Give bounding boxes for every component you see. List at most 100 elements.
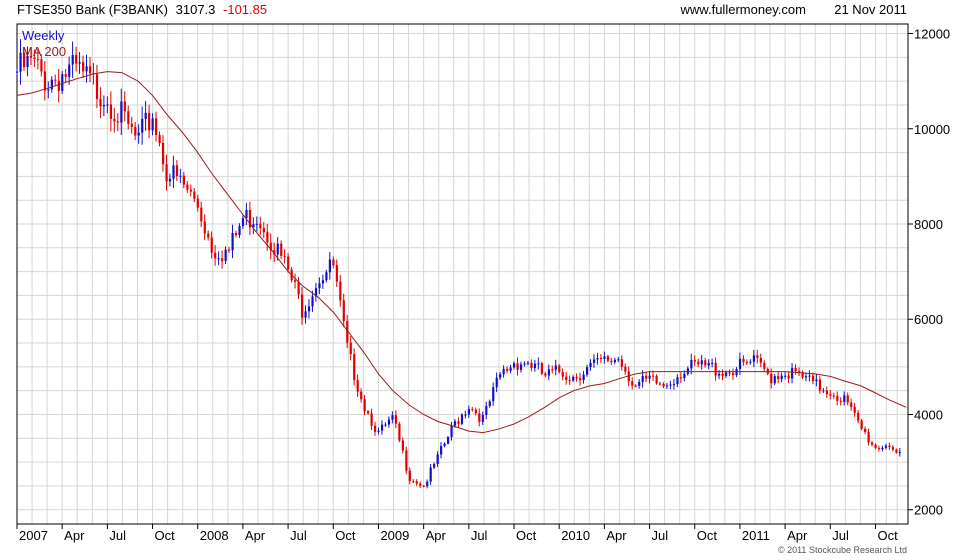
bar-body — [478, 413, 481, 422]
bar-body — [193, 191, 196, 199]
bar-body — [339, 281, 342, 301]
bar-body — [829, 394, 832, 396]
bar-body — [384, 424, 387, 426]
bar-body — [387, 419, 391, 425]
bar-body — [620, 359, 623, 367]
bar-body — [895, 449, 898, 453]
bar-body — [408, 470, 411, 482]
bar-body — [332, 259, 335, 266]
x-tick-label: Oct — [516, 528, 537, 543]
bar-body — [533, 363, 537, 369]
bar-body — [349, 342, 352, 355]
bar-body — [464, 414, 467, 416]
bar-body — [540, 363, 544, 374]
chart-grid — [16, 24, 908, 524]
bar-body — [700, 360, 703, 365]
bar-body — [648, 375, 651, 379]
bar-body — [106, 104, 109, 106]
x-tick-label: 2010 — [561, 528, 590, 543]
bar-body — [704, 360, 707, 366]
bar-body — [537, 363, 540, 365]
bar-body — [148, 112, 151, 131]
bar-body — [471, 408, 474, 410]
bar-body — [113, 118, 116, 122]
bar-body — [189, 189, 192, 192]
bar-body — [99, 99, 102, 107]
bar-body — [836, 395, 839, 401]
y-tick-label: 2000 — [914, 503, 943, 518]
bar-body — [228, 249, 231, 251]
bar-body — [832, 395, 835, 397]
bar-body — [738, 358, 742, 369]
bar-body — [568, 379, 571, 381]
bar-body — [217, 258, 220, 260]
y-axis: 2000 4000 6000 8000 10000 12000 — [908, 27, 950, 518]
bar-body — [370, 413, 373, 426]
bar-body — [54, 79, 57, 81]
bar-body — [610, 360, 613, 363]
bar-body — [864, 428, 867, 432]
bar-body — [544, 373, 547, 376]
bar-body — [592, 359, 596, 363]
bar-body — [519, 364, 523, 370]
bar-body — [891, 447, 895, 450]
bar-body — [693, 359, 696, 362]
bar-body — [669, 384, 672, 386]
bar-body — [506, 368, 509, 371]
bar-body — [888, 445, 891, 448]
bar-body — [804, 376, 808, 378]
bar-body — [16, 71, 19, 73]
bar-body — [36, 58, 40, 60]
bar-body — [231, 233, 234, 251]
bar-body — [47, 89, 50, 91]
bar-body — [780, 375, 783, 380]
bar-body — [415, 481, 418, 484]
x-tick-label: Oct — [335, 528, 356, 543]
bar-body — [554, 365, 557, 370]
bar-body — [102, 105, 106, 107]
bar-body — [394, 415, 398, 424]
bar-body — [513, 363, 516, 368]
bar-body — [429, 467, 432, 482]
bar-body — [141, 118, 144, 133]
bar-body — [759, 357, 762, 363]
bar-body — [144, 112, 147, 119]
bar-body — [203, 221, 206, 234]
bar-body — [870, 442, 874, 445]
bar-body — [634, 385, 637, 387]
x-tick-label: 2008 — [200, 528, 229, 543]
bar-body — [363, 399, 366, 412]
legend-ma-200: MA 200 — [22, 44, 66, 59]
bar-body — [756, 355, 759, 358]
bar-body — [304, 311, 307, 318]
bar-body — [262, 228, 265, 233]
bar-body — [328, 259, 332, 273]
bar-body — [200, 207, 203, 222]
bar-body — [172, 165, 175, 179]
bar-body — [280, 243, 283, 257]
stock-chart: 2000 4000 6000 8000 10000 12000 2007 Apr Jul Oct… — [16, 2, 950, 555]
plot-frame — [16, 23, 909, 525]
bar-body — [752, 355, 756, 362]
bar-body — [874, 444, 877, 449]
bar-body — [43, 71, 47, 91]
x-tick-label: Oct — [877, 528, 898, 543]
bar-body — [850, 402, 853, 407]
bar-body — [137, 132, 140, 136]
bar-body — [683, 373, 686, 379]
bar-body — [690, 359, 693, 369]
bar-body — [342, 300, 345, 322]
bar-body — [398, 423, 401, 441]
bar-body — [523, 363, 526, 365]
bar-body — [255, 223, 259, 225]
instrument-title: FTSE350 Bank (F3BANK) — [17, 2, 168, 17]
bar-body — [582, 374, 585, 381]
bar-body — [770, 373, 773, 384]
bar-body — [843, 395, 846, 402]
bar-body — [818, 379, 822, 391]
y-tick-label: 10000 — [914, 122, 950, 137]
bar-body — [165, 164, 168, 182]
bar-body — [721, 373, 724, 376]
x-tick-label: Oct — [697, 528, 718, 543]
x-tick-label: 2011 — [742, 528, 770, 543]
